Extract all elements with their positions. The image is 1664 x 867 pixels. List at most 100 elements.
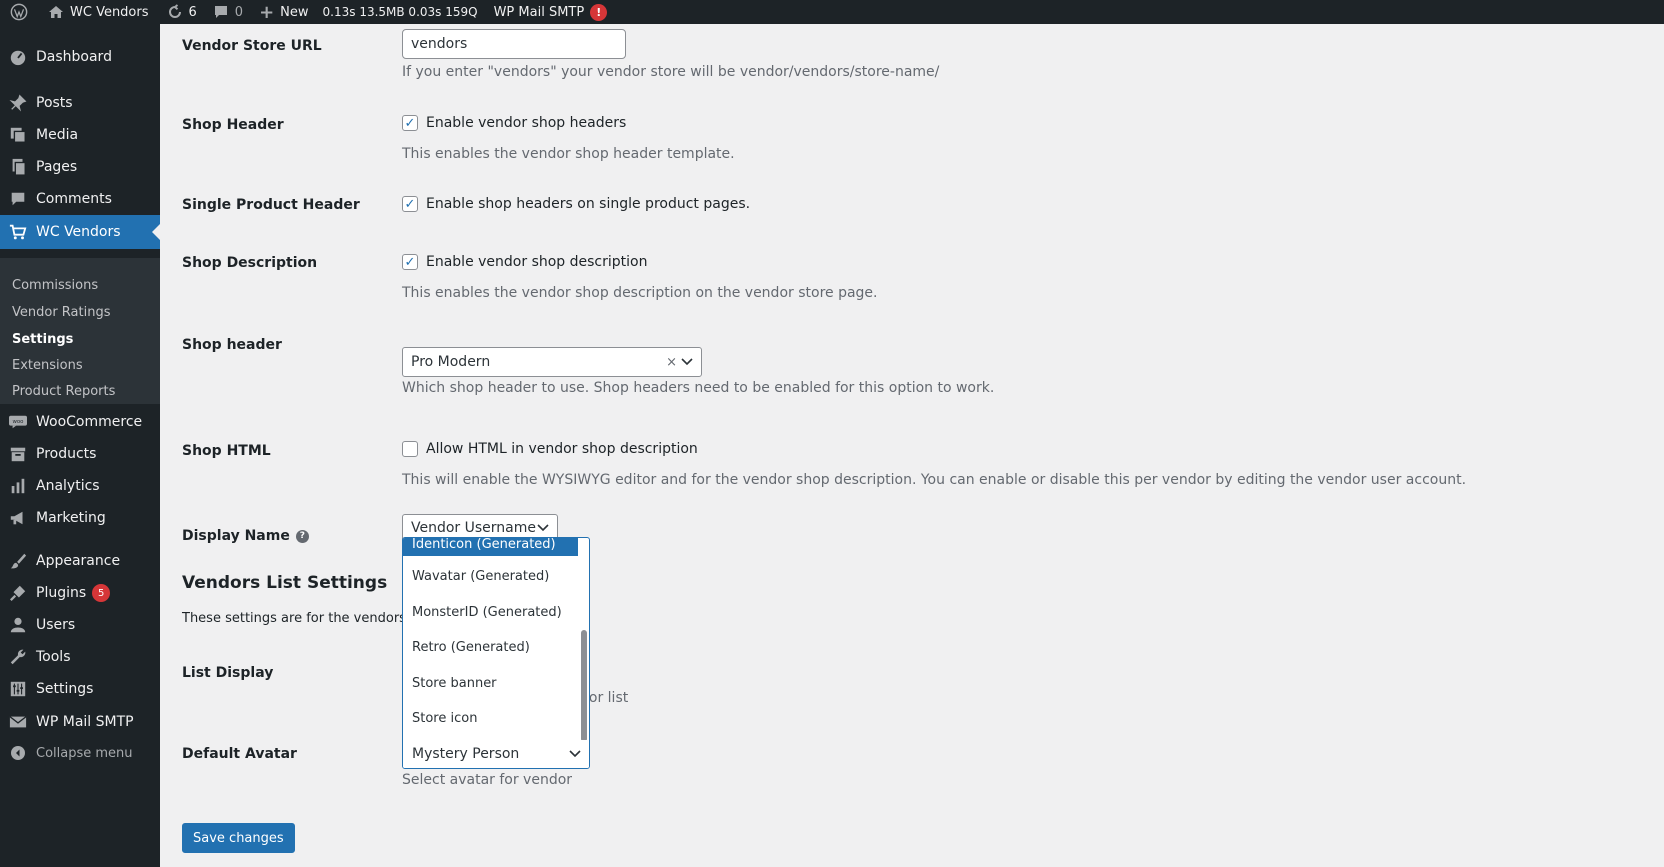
pushpin-icon xyxy=(0,94,36,112)
collapse-menu-button[interactable]: Collapse menu xyxy=(0,736,160,770)
mail-icon xyxy=(0,714,36,730)
sidebar-item-label: WC Vendors xyxy=(36,224,121,240)
shop-description-checkbox-label[interactable]: Enable vendor shop description xyxy=(426,254,647,270)
display-name-label-text: Display Name xyxy=(182,528,290,544)
archive-icon xyxy=(0,445,36,463)
smtp-alert-icon: ! xyxy=(590,3,608,21)
comment-icon xyxy=(0,190,36,208)
wp-mail-smtp-link[interactable]: WP Mail SMTP ! xyxy=(488,0,614,24)
sidebar-item-wc-vendors[interactable]: WC Vendors xyxy=(0,215,160,249)
avatar-option[interactable]: Identicon (Generated) xyxy=(403,538,578,556)
submenu-item-settings[interactable]: Settings xyxy=(12,332,73,347)
sidebar-item-products[interactable]: Products xyxy=(0,437,160,471)
new-content-link[interactable]: + New xyxy=(253,0,314,24)
single-product-header-checkbox-label[interactable]: Enable shop headers on single product pa… xyxy=(426,196,750,212)
comments-link[interactable]: 0 xyxy=(207,0,249,24)
updates-count: 6 xyxy=(188,4,197,20)
sidebar-item-wp-mail-smtp[interactable]: WP Mail SMTP xyxy=(0,705,160,739)
sidebar-item-label: Appearance xyxy=(36,553,121,569)
save-changes-button[interactable]: Save changes xyxy=(182,823,295,853)
shop-description-description: This enables the vendor shop description… xyxy=(402,285,878,301)
sidebar-item-label: Tools xyxy=(36,649,71,665)
plugins-update-badge: 5 xyxy=(92,584,111,602)
cart-icon xyxy=(0,223,36,241)
admin-sidebar: Dashboard Posts Media Pages Comments WC … xyxy=(0,24,160,867)
single-product-header-checkbox[interactable]: ✓ xyxy=(402,196,418,212)
avatar-option[interactable]: Wavatar (Generated) xyxy=(403,564,578,588)
sidebar-item-media[interactable]: Media xyxy=(0,118,160,152)
sidebar-item-dashboard[interactable]: Dashboard xyxy=(0,40,160,74)
updates-link[interactable]: 6 xyxy=(161,0,203,24)
settings-sliders-icon xyxy=(0,680,36,698)
default-avatar-dropdown[interactable]: Identicon (Generated) Wavatar (Generated… xyxy=(402,537,590,769)
sidebar-item-appearance[interactable]: Appearance xyxy=(0,544,160,578)
sidebar-item-woocommerce[interactable]: woo WooCommerce xyxy=(0,405,160,439)
sidebar-item-pages[interactable]: Pages xyxy=(0,150,160,184)
comments-count: 0 xyxy=(234,4,244,20)
avatar-option[interactable]: Store banner xyxy=(403,671,578,695)
sidebar-item-posts[interactable]: Posts xyxy=(0,86,160,120)
sidebar-item-label: Analytics xyxy=(36,478,100,494)
sidebar-item-users[interactable]: Users xyxy=(0,608,160,642)
sidebar-item-label: Marketing xyxy=(36,510,106,526)
sidebar-item-tools[interactable]: Tools xyxy=(0,640,160,674)
dropdown-scrollbar[interactable] xyxy=(581,630,587,742)
sidebar-item-comments[interactable]: Comments xyxy=(0,182,160,216)
clear-selection-icon[interactable]: × xyxy=(666,355,677,370)
plugin-icon xyxy=(0,584,36,602)
avatar-option[interactable]: Store icon xyxy=(403,706,578,730)
shop-header-select-label: Shop header xyxy=(182,337,282,353)
submenu-item-product-reports[interactable]: Product Reports xyxy=(12,384,115,399)
default-avatar-description: Select avatar for vendor xyxy=(402,772,573,788)
shop-header-select[interactable]: Pro Modern × xyxy=(402,347,702,377)
wordpress-logo[interactable] xyxy=(0,0,34,24)
avatar-option[interactable]: Retro (Generated) xyxy=(403,635,578,659)
submenu-item-vendor-ratings[interactable]: Vendor Ratings xyxy=(12,305,111,320)
default-avatar-select[interactable]: Mystery Person xyxy=(403,740,589,768)
bar-chart-icon xyxy=(0,477,36,495)
query-monitor-stats: 0.13s 13.5MB 0.03s 159Q xyxy=(322,5,478,19)
wordpress-icon xyxy=(10,3,28,21)
default-avatar-label: Default Avatar xyxy=(182,746,297,762)
sidebar-item-plugins[interactable]: Plugins 5 xyxy=(0,576,160,610)
shop-description-checkbox[interactable]: ✓ xyxy=(402,254,418,270)
vendor-store-url-input[interactable]: vendors xyxy=(402,29,626,59)
default-avatar-selected-value: Mystery Person xyxy=(412,746,520,762)
submenu-item-extensions[interactable]: Extensions xyxy=(12,358,83,373)
sidebar-item-label: WooCommerce xyxy=(36,414,143,430)
shop-html-checkbox[interactable] xyxy=(402,441,418,457)
plus-icon: + xyxy=(259,1,275,23)
sidebar-item-analytics[interactable]: Analytics xyxy=(0,469,160,503)
shop-html-option: Allow HTML in vendor shop description xyxy=(402,441,698,457)
sidebar-item-label: Products xyxy=(36,446,97,462)
smtp-label: WP Mail SMTP xyxy=(493,4,585,20)
pages-icon xyxy=(0,158,36,176)
display-name-label: Display Name? xyxy=(182,528,309,544)
display-name-selected-value: Vendor Username xyxy=(411,520,537,536)
sidebar-item-settings[interactable]: Settings xyxy=(0,672,160,706)
woocommerce-icon: woo xyxy=(0,415,36,429)
sidebar-item-marketing[interactable]: Marketing xyxy=(0,501,160,535)
sidebar-item-label: WP Mail SMTP xyxy=(36,714,134,730)
media-icon xyxy=(0,126,36,144)
comment-bubble-icon xyxy=(213,5,229,20)
admin-bar: WC Vendors 6 0 + New 0.13s 13.5MB 0.03s … xyxy=(0,0,1664,24)
shop-header-checkbox[interactable]: ✓ xyxy=(402,115,418,131)
help-icon[interactable]: ? xyxy=(295,529,309,543)
single-product-header-label: Single Product Header xyxy=(182,197,360,213)
shop-header-checkbox-label[interactable]: Enable vendor shop headers xyxy=(426,115,626,131)
sidebar-item-label: Comments xyxy=(36,191,112,207)
submenu-item-commissions[interactable]: Commissions xyxy=(12,278,98,293)
sidebar-item-label: Posts xyxy=(36,95,73,111)
site-name-link[interactable]: WC Vendors xyxy=(42,0,155,24)
avatar-option[interactable]: MonsterID (Generated) xyxy=(403,600,578,624)
updates-icon xyxy=(167,4,183,20)
chevron-down-icon xyxy=(681,358,693,366)
shop-html-checkbox-label[interactable]: Allow HTML in vendor shop description xyxy=(426,441,698,457)
vendor-store-url-description: If you enter "vendors" your vendor store… xyxy=(402,64,940,80)
shop-description-label: Shop Description xyxy=(182,255,318,271)
wc-vendors-submenu: Commissions Vendor Ratings Settings Exte… xyxy=(0,258,160,404)
shop-header-option: ✓ Enable vendor shop headers xyxy=(402,115,626,131)
query-monitor-link[interactable]: 0.13s 13.5MB 0.03s 159Q xyxy=(317,0,484,24)
user-icon xyxy=(0,616,36,634)
